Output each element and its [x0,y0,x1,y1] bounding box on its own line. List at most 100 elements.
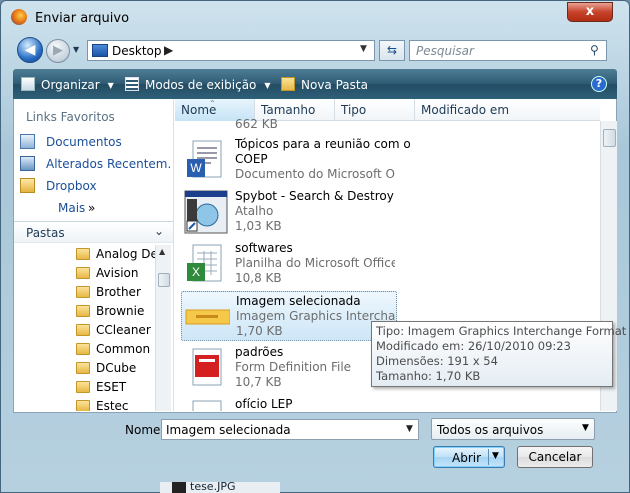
documents-icon [20,134,35,149]
file-dialog-window: Enviar arquivo x ◀ ▶ ▼ Desktop ▶ ▼ ⇆ Pes… [0,0,630,493]
organize-icon [21,77,35,91]
folder-icon [76,343,90,355]
open-dropdown-icon[interactable]: ▼ [492,451,499,461]
tree-folder[interactable]: DCube [76,359,155,378]
file-item[interactable]: X softwares Planilha do Microsoft Office… [181,239,397,289]
tree-folder-label: CCleaner [96,323,151,337]
tree-folder[interactable]: Analog Devices [76,245,155,264]
tree-folder[interactable]: Estec [76,397,155,411]
pdf-form-icon [183,345,229,391]
address-bar[interactable]: Desktop ▶ ▼ [87,40,375,61]
address-dropdown-icon[interactable]: ▼ [360,44,367,54]
open-button[interactable]: Abrir ▼ [433,446,505,468]
tooltip-size: Tamanho: 1,70 KB [376,369,481,383]
more-label: Mais [58,201,86,215]
new-folder-button[interactable]: Nova Pasta [281,77,368,92]
help-icon[interactable]: ? [591,76,607,92]
address-text[interactable]: Desktop [112,44,162,58]
tree-folder-label: DCube [96,361,137,375]
organize-button[interactable]: Organizar ▼ [21,77,114,92]
tree-folder-label: ESET [96,380,127,394]
file-item[interactable]: Spybot - Search & Destroy Atalho 1,03 KB [181,187,397,237]
file-item-selected[interactable]: Imagem selecionada Imagem Graphics Inter… [181,291,397,341]
search-icon[interactable]: ⚲ [590,43,599,57]
scroll-up-icon[interactable]: ▲ [159,247,165,256]
file-name: Imagem selecionada [236,294,361,308]
dialog-footer: Nome: Imagem selecionada ▼ Todos os arqu… [1,413,629,483]
folder-icon [76,286,90,298]
open-split-divider [488,449,489,465]
history-dropdown-icon[interactable]: ▼ [73,45,83,55]
folder-icon [76,362,90,374]
tree-folder[interactable]: Brownie [76,302,155,321]
file-type: Planilha do Microsoft Office... [235,256,395,270]
image-file-icon [172,482,186,493]
tree-folder-label: Common Files [96,342,155,356]
file-size: 662 KB [235,117,278,131]
tree-folder[interactable]: CCleaner [76,321,155,340]
favorite-dropbox[interactable]: Dropbox [18,176,170,196]
folder-icon [76,305,90,317]
folder-tree-scrollbar[interactable]: ▲ [155,245,171,411]
folder-icon [76,324,90,336]
close-button[interactable]: x [567,2,613,22]
favorite-documents[interactable]: Documentos [18,132,170,152]
organize-dropdown-icon: ▼ [107,81,114,90]
file-item[interactable]: W Tópicos para a reunião com o COEP Docu… [181,135,411,185]
chevron-down-icon: ⌄ [154,224,165,238]
background-window-item[interactable]: tese.JPG [160,480,280,493]
background-file-name: tese.JPG [190,480,236,493]
file-name: ofício LEP [235,397,293,411]
file-name: padrões [235,345,284,359]
tree-folder[interactable]: Common Files [76,340,155,359]
column-modified-label: Modificado em [421,103,510,117]
file-name-dropdown-icon[interactable]: ▼ [406,424,413,434]
new-folder-label: Nova Pasta [301,78,368,92]
more-links[interactable]: Mais » [18,198,170,218]
folders-header[interactable]: Pastas ⌄ [14,221,173,243]
organize-label: Organizar [41,78,100,92]
views-button[interactable]: Modos de exibição ▼ [125,77,271,92]
tree-folder-label: Brownie [96,304,145,318]
search-input[interactable]: Pesquisar ⚲ [409,40,607,61]
recent-icon [20,156,35,171]
folder-tree: Analog Devices Avision Brother Brownie C… [14,245,155,411]
search-placeholder: Pesquisar [416,44,474,58]
back-button[interactable]: ◀ [17,37,43,63]
tree-folder[interactable]: ESET [76,378,155,397]
scroll-thumb[interactable] [603,129,616,147]
file-name: Spybot - Search & Destroy [235,189,394,203]
tooltip-dimensions: Dimensões: 191 x 54 [376,354,498,368]
tree-folder[interactable]: Avision [76,264,155,283]
breadcrumb-chevron-icon[interactable]: ▶ [164,43,173,57]
views-icon [125,77,139,91]
cancel-button[interactable]: Cancelar [517,446,593,468]
column-modified[interactable]: Modificado em [415,99,600,121]
file-type-filter[interactable]: Todos os arquivos ▼ [431,418,595,440]
favorite-label: Dropbox [46,179,97,193]
new-folder-icon [281,77,295,91]
scroll-thumb[interactable] [158,273,170,287]
favorites-header: Links Favoritos [26,110,115,124]
tooltip-type: Tipo: Imagem Graphics Interchange Format [376,324,627,338]
filter-dropdown-icon[interactable]: ▼ [582,423,589,433]
refresh-button[interactable]: ⇆ [379,40,405,61]
file-name-value[interactable]: Imagem selecionada [166,423,291,437]
file-name-input[interactable]: Imagem selecionada ▼ [161,419,419,440]
file-item[interactable]: padrões Form Definition File 10,7 KB [181,343,397,393]
file-item[interactable]: 662 KB [181,109,397,131]
folders-label: Pastas [26,226,65,240]
firefox-icon [11,9,27,25]
file-item[interactable]: ofício LEP [181,395,397,411]
document-icon [183,397,229,411]
forward-button[interactable]: ▶ [46,39,70,63]
file-type: Documento do Microsoft O... [235,167,395,181]
navigation-pane: Links Favoritos Documentos Alterados Rec… [14,99,174,411]
folder-icon [76,400,90,411]
folder-icon [76,267,90,279]
tree-folder[interactable]: Brother [76,283,155,302]
favorite-recent[interactable]: Alterados Recentem... [18,154,170,174]
file-size: 1,03 KB [235,219,282,233]
title-bar[interactable]: Enviar arquivo x [1,1,629,35]
gif-image-icon [184,294,231,340]
